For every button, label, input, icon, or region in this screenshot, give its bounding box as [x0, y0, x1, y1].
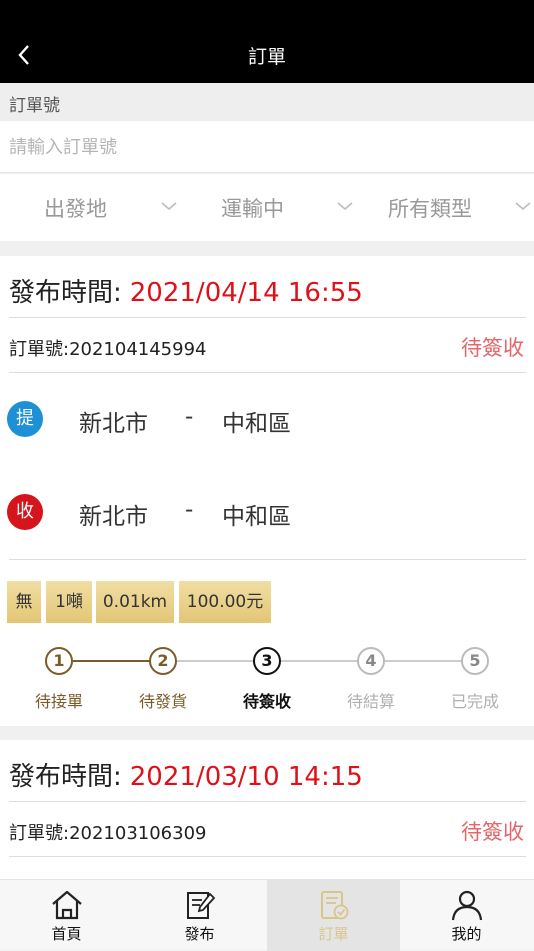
- order-number-input[interactable]: [0, 121, 534, 173]
- order-card[interactable]: 發布時間: 2021/03/10 14:15 訂單號:202103106309 待…: [0, 740, 534, 879]
- search-bar: [0, 121, 534, 173]
- step-number: 4: [357, 647, 385, 675]
- bottom-tab-bar: 首頁 發布 訂單 我的: [0, 879, 534, 951]
- chevron-down-icon: [337, 202, 353, 211]
- top-bar: 訂單: [0, 0, 534, 83]
- pickup-separator: -: [185, 404, 194, 430]
- step-label: 待發貨: [138, 692, 187, 711]
- order-status: 待簽收: [461, 336, 524, 360]
- pickup-city: 新北市: [79, 411, 148, 437]
- step-number: 3: [253, 647, 281, 675]
- divider: [9, 317, 526, 318]
- tag-distance: 0.01km: [96, 581, 174, 623]
- tab-home-label: 首頁: [51, 925, 82, 943]
- delivery-separator: -: [185, 497, 194, 523]
- order-number: 訂單號:202104145994: [9, 339, 207, 360]
- divider: [9, 559, 526, 560]
- chevron-down-icon: [161, 202, 177, 211]
- step-label: 待接單: [34, 692, 83, 711]
- order-icon: [321, 891, 349, 920]
- publish-time-row: 發布時間: 2021/03/10 14:15: [9, 756, 363, 793]
- step-label: 已完成: [450, 692, 499, 711]
- filter-bar: 出發地 運輸中 所有類型: [0, 174, 534, 241]
- divider: [9, 856, 526, 857]
- publish-time-label: 發布時間:: [9, 762, 122, 792]
- tab-mine-label: 我的: [451, 925, 482, 943]
- filter-status-label: 運輸中: [221, 197, 284, 221]
- step-number: 5: [461, 647, 489, 675]
- divider: [9, 372, 526, 373]
- delivery-city: 新北市: [79, 504, 148, 530]
- tag-remark: 無: [7, 581, 41, 623]
- divider: [9, 801, 526, 802]
- pickup-badge: 提: [7, 401, 43, 437]
- tab-orders-label: 訂單: [318, 925, 349, 943]
- filter-status[interactable]: 運輸中: [178, 174, 356, 241]
- tab-publish-label: 發布: [184, 925, 215, 943]
- publish-time-label: 發布時間:: [9, 278, 122, 308]
- pickup-location: 提 新北市 - 中和區: [7, 401, 517, 441]
- home-icon: [52, 890, 82, 920]
- filter-type-label: 所有類型: [388, 197, 472, 221]
- step-number: 1: [45, 647, 73, 675]
- order-status: 待簽收: [461, 820, 524, 844]
- tag-weight: 1噸: [46, 581, 92, 623]
- tab-orders[interactable]: 訂單: [267, 880, 400, 951]
- publish-time-value: 2021/03/10 14:15: [129, 762, 363, 792]
- order-number: 訂單號:202103106309: [9, 823, 207, 844]
- delivery-district: 中和區: [222, 504, 291, 530]
- order-number-label: 訂單號: [0, 83, 534, 121]
- progress-steps: 1 待接單 2 待發貨 3 待簽收 4 待結算 5 已完成: [0, 645, 534, 715]
- tab-publish[interactable]: 發布: [133, 880, 266, 951]
- step-label: 待簽收: [242, 692, 291, 711]
- step-label: 待結算: [346, 692, 395, 711]
- step-number: 2: [149, 647, 177, 675]
- filter-origin-label: 出發地: [44, 197, 107, 221]
- page-title: 訂單: [247, 46, 286, 68]
- publish-time-row: 發布時間: 2021/04/14 16:55: [9, 272, 363, 309]
- delivery-badge: 收: [7, 494, 43, 530]
- pickup-district: 中和區: [222, 411, 291, 437]
- user-icon: [451, 890, 483, 921]
- filter-origin[interactable]: 出發地: [0, 174, 178, 241]
- delivery-location: 收 新北市 - 中和區: [7, 494, 517, 534]
- tab-mine[interactable]: 我的: [400, 880, 533, 951]
- chevron-down-icon: [515, 202, 531, 211]
- tag-price: 100.00元: [179, 581, 271, 623]
- edit-icon: [187, 892, 216, 919]
- publish-time-value: 2021/04/14 16:55: [129, 278, 363, 308]
- filter-type[interactable]: 所有類型: [356, 174, 534, 241]
- tab-home[interactable]: 首頁: [0, 880, 133, 951]
